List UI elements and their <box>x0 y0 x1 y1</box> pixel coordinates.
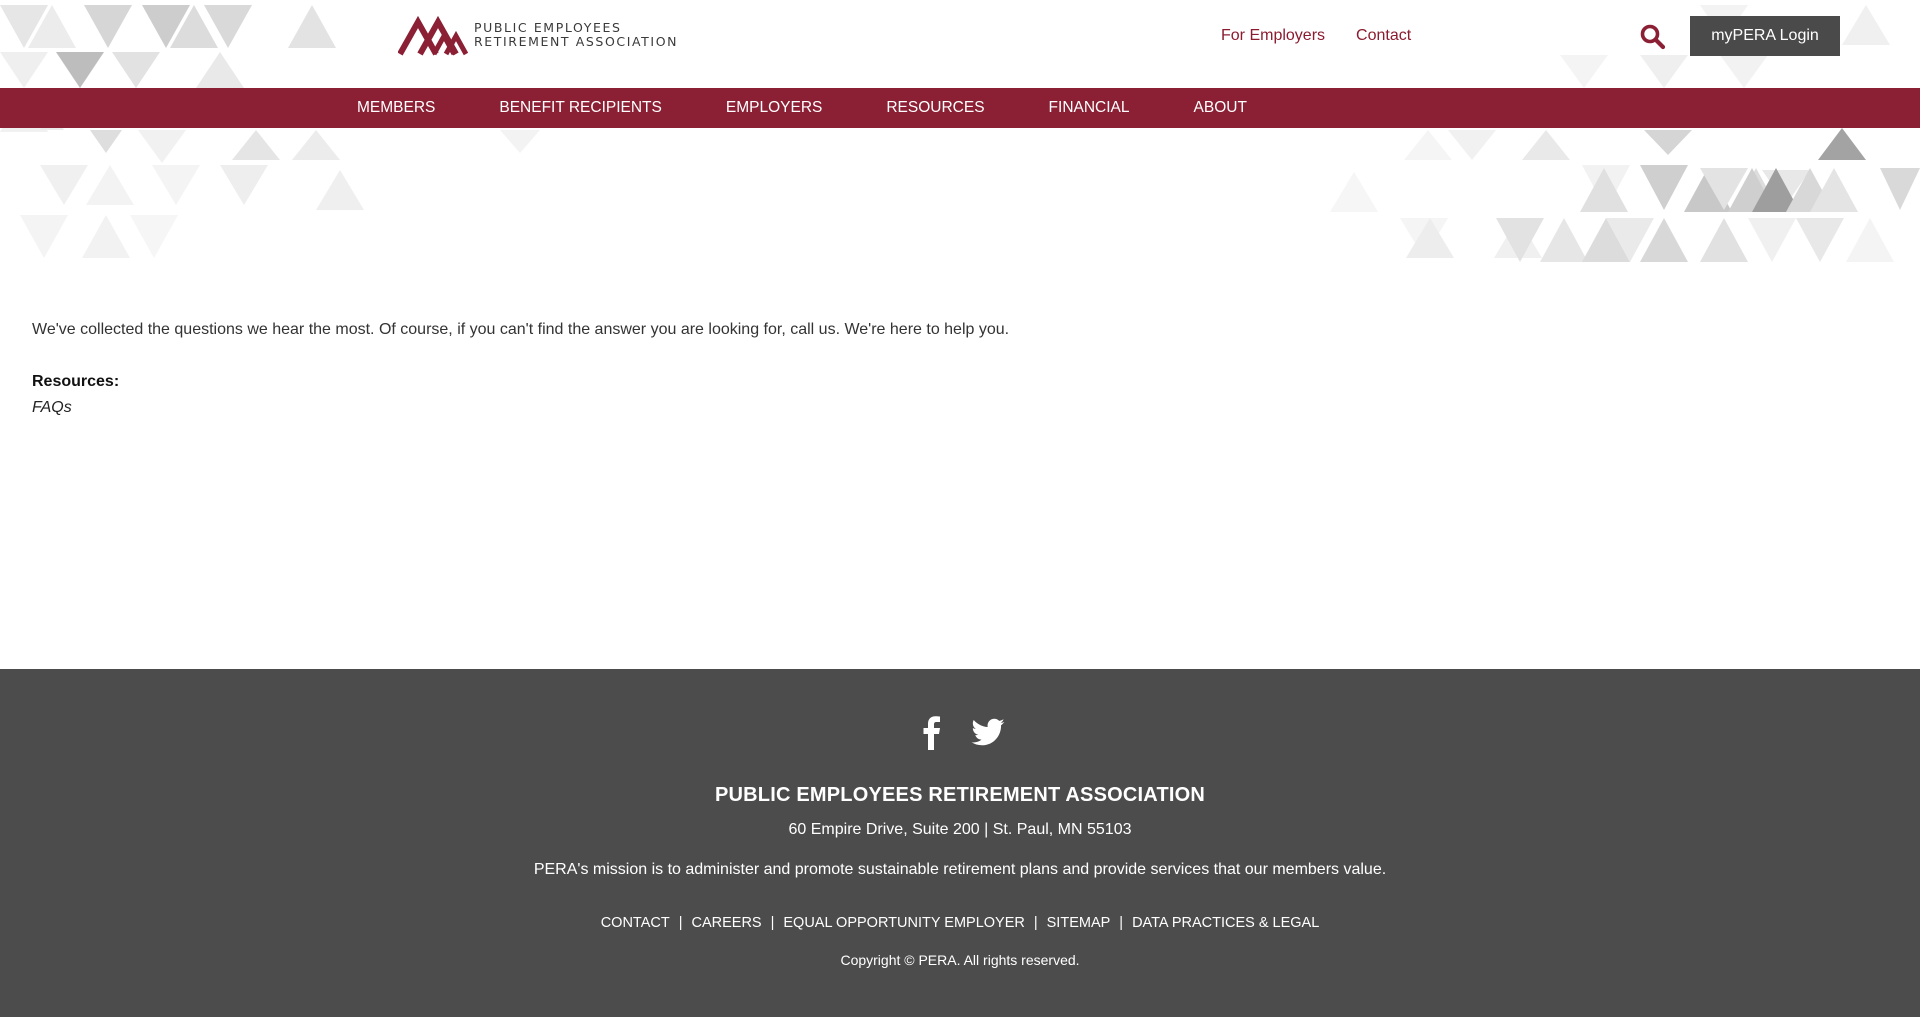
nav-item-about[interactable]: ABOUT <box>1194 99 1247 117</box>
nav-item-employers[interactable]: EMPLOYERS <box>726 99 822 117</box>
main-nav: MEMBERS BENEFIT RECIPIENTS EMPLOYERS RES… <box>0 88 1920 128</box>
contact-link[interactable]: Contact <box>1356 27 1411 45</box>
link-separator: | <box>678 915 683 931</box>
facebook-icon[interactable] <box>914 715 950 751</box>
logo-wordmark: PUBLIC EMPLOYEES RETIREMENT ASSOCIATION <box>474 21 678 49</box>
footer-mission: PERA's mission is to administer and prom… <box>533 861 1387 878</box>
mypera-login-button[interactable]: myPERA Login <box>1690 16 1840 56</box>
link-separator: | <box>770 915 775 931</box>
for-employers-link[interactable]: For Employers <box>1221 27 1325 45</box>
footer-org-name: PUBLIC EMPLOYEES RETIREMENT ASSOCIATION <box>714 784 1206 806</box>
resources-label: Resources: <box>32 373 120 390</box>
nav-item-benefit-recipients[interactable]: BENEFIT RECIPIENTS <box>499 99 662 117</box>
intro-text: We've collected the questions we hear th… <box>32 321 1010 338</box>
footer-link-contact[interactable]: CONTACT <box>601 915 670 931</box>
nav-item-financial[interactable]: FINANCIAL <box>1049 99 1130 117</box>
main-content: We've collected the questions we hear th… <box>32 318 1232 417</box>
social-icons <box>0 715 1920 751</box>
nav-items: MEMBERS BENEFIT RECIPIENTS EMPLOYERS RES… <box>357 88 1311 128</box>
link-separator: | <box>1033 915 1038 931</box>
logo-line-1: PUBLIC EMPLOYEES <box>474 20 622 35</box>
nav-item-members[interactable]: MEMBERS <box>357 99 435 117</box>
site-header: PUBLIC EMPLOYEES RETIREMENT ASSOCIATION … <box>0 0 1920 88</box>
footer-links: CONTACT | CAREERS | EQUAL OPPORTUNITY EM… <box>0 915 1920 931</box>
footer-link-careers[interactable]: CAREERS <box>692 915 762 931</box>
utility-links: For Employers Contact <box>1221 27 1411 45</box>
logo-line-2: RETIREMENT ASSOCIATION <box>474 34 679 49</box>
nav-item-resources[interactable]: RESOURCES <box>886 99 984 117</box>
site-footer: PUBLIC EMPLOYEES RETIREMENT ASSOCIATION … <box>0 669 1920 1017</box>
search-icon[interactable] <box>1640 24 1666 50</box>
footer-address: 60 Empire Drive, Suite 200 | St. Paul, M… <box>788 821 1132 838</box>
footer-link-sitemap[interactable]: SITEMAP <box>1047 915 1111 931</box>
faqs-link[interactable]: FAQs <box>32 399 72 417</box>
footer-link-data-practices[interactable]: DATA PRACTICES & LEGAL <box>1132 915 1319 931</box>
footer-link-equal-opportunity[interactable]: EQUAL OPPORTUNITY EMPLOYER <box>783 915 1024 931</box>
pera-logo-mark-icon <box>398 15 468 56</box>
pera-logo[interactable]: PUBLIC EMPLOYEES RETIREMENT ASSOCIATION <box>398 14 678 56</box>
link-separator: | <box>1119 915 1124 931</box>
twitter-icon[interactable] <box>970 715 1006 751</box>
footer-copyright: Copyright © PERA. All rights reserved. <box>840 952 1080 968</box>
